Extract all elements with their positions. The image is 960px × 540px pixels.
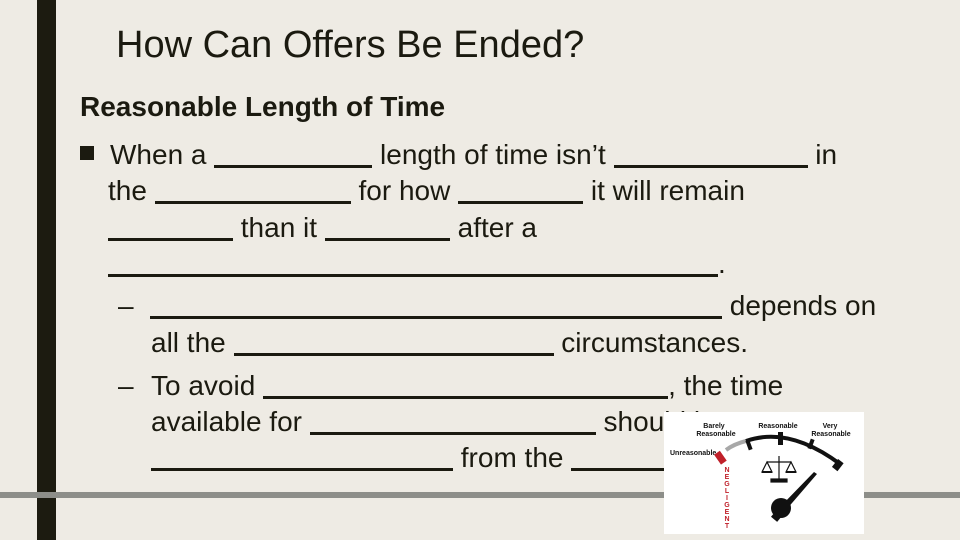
gauge-arc-barely [724,439,747,452]
fill-in-blank [263,370,669,399]
fill-in-blank [613,139,808,168]
gauge-label-very: Very [823,423,838,430]
text: . [718,248,726,279]
fill-in-blank [458,175,584,204]
sub-bullet-1-line-1: depends on [150,288,876,324]
fill-in-blank [151,442,453,471]
gauge-label-very-2: Reasonable [811,431,850,438]
text: length of time isn’t [372,139,614,170]
sub-bullet-dash-2: – [118,370,134,401]
sub-bullet-2-line-3: from the [151,440,692,476]
scales-of-justice-icon [761,456,797,483]
text: depends on [722,290,877,321]
text: When a [110,139,215,170]
text: circumstances. [553,327,748,358]
slide-title: How Can Offers Be Ended? [116,24,585,66]
text: , the time [668,370,784,401]
gauge-arc [745,434,842,466]
sub-bullet-2-line-1: To avoid , the time [151,368,783,404]
fill-in-blank [150,290,722,319]
gauge-label-barely: Barely [703,423,725,430]
fill-in-blank [108,248,718,277]
square-bullet-icon [80,146,94,160]
text: after a [449,212,538,243]
fill-in-blank [309,406,596,435]
fill-in-blank [154,175,351,204]
text: in [807,139,838,170]
text: for how [350,175,459,206]
accent-side-bar [37,0,56,540]
fill-in-blank [233,327,554,356]
bullet-line-1: When a length of time isn’t in [110,137,837,173]
text: available for [151,406,310,437]
gauge-label-unreasonable: Unreasonable [670,450,716,457]
bullet-line-2: the for how it will remain [108,173,745,209]
gauge-tick [778,432,783,445]
text: than it [233,212,325,243]
sub-bullet-dash-1: – [118,290,134,321]
gauge-negligent-label: NEGLIGENT [724,467,730,530]
text: from the [453,442,572,473]
text: To avoid [151,370,264,401]
bullet-line-4: . [108,246,726,282]
gauge-label-barely-2: Reasonable [696,431,735,438]
sub-bullet-1-line-2: all the circumstances. [151,325,748,361]
text: all the [151,327,234,358]
sub-bullet-2-line-2: available for should be [151,404,725,440]
text: the [108,175,155,206]
fill-in-blank [108,212,233,241]
slide-subheading: Reasonable Length of Time [80,91,446,122]
fill-in-blank [324,212,450,241]
reasonableness-gauge-icon: Barely Reasonable Reasonable Very Reason… [664,412,864,534]
gauge-label-reasonable: Reasonable [758,423,797,430]
bullet-line-3: than it after a [108,210,537,246]
fill-in-blank [214,139,373,168]
text: it will remain [583,175,745,206]
